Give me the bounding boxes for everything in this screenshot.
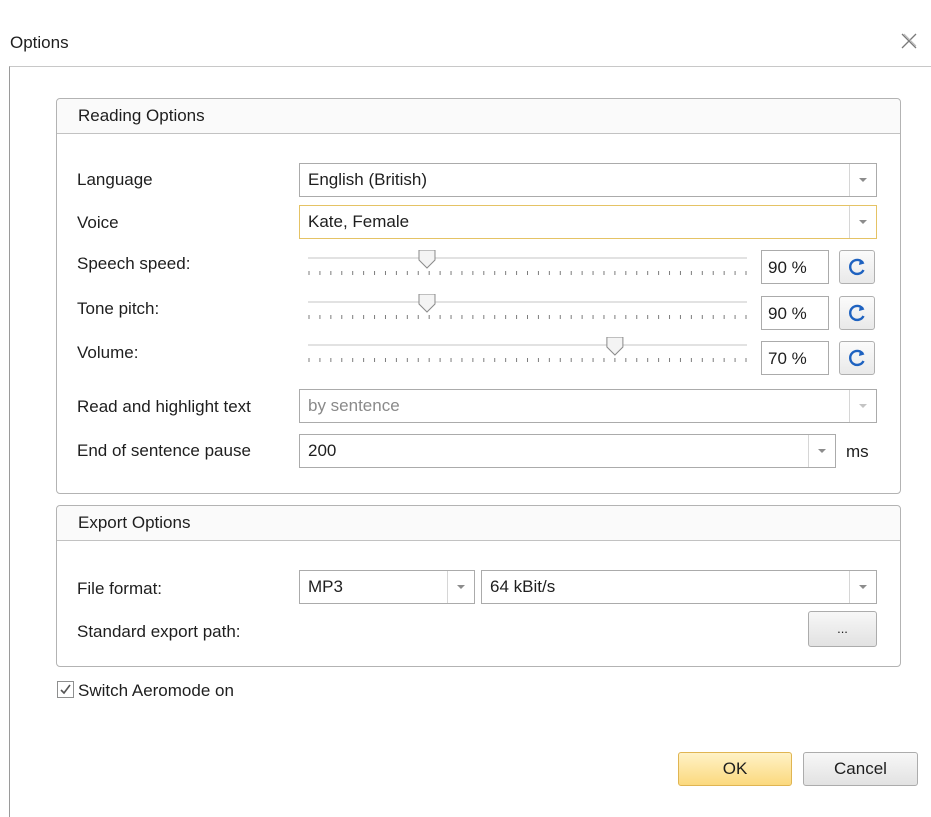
checkmark-icon [60,684,71,695]
cancel-button[interactable]: Cancel [803,752,918,786]
reset-icon [849,258,865,276]
volume-value-box[interactable]: 70 % [761,341,829,375]
tone-pitch-value-box[interactable]: 90 % [761,296,829,330]
window-title: Options [10,33,69,52]
language-value: English (British) [308,170,428,189]
voice-label: Voice [77,213,119,232]
file-format-select[interactable]: MP3 [299,570,475,604]
speech-speed-value: 90 % [768,258,807,277]
language-select[interactable]: English (British) [299,163,877,197]
export-options-heading: Export Options [78,513,191,532]
reading-options-header: Reading Options [57,99,900,134]
tone-pitch-value: 90 % [768,304,807,323]
bitrate-dropdown-button[interactable] [849,571,876,603]
slider-thumb[interactable] [418,250,436,269]
pause-select[interactable]: 200 [299,434,836,468]
pause-value: 200 [308,441,337,460]
volume-slider[interactable] [306,337,749,367]
language-dropdown-button[interactable] [849,164,876,196]
speech-speed-label: Speech speed: [77,254,191,273]
aeromode-checkbox[interactable] [57,681,74,698]
browse-path-button[interactable]: ... [808,611,877,647]
volume-reset-button[interactable] [839,341,875,375]
bitrate-value: 64 kBit/s [490,577,556,596]
voice-value: Kate, Female [308,212,410,231]
reset-icon [849,349,865,367]
slider-thumb[interactable] [418,294,436,313]
tone-pitch-reset-button[interactable] [839,296,875,330]
file-format-dropdown-button[interactable] [447,571,474,603]
chevron-down-icon [818,449,826,453]
tone-pitch-label: Tone pitch: [77,299,160,318]
highlight-select[interactable]: by sentence [299,389,877,423]
reading-options-heading: Reading Options [78,106,205,125]
reset-icon [849,304,865,322]
highlight-label: Read and highlight text [77,397,251,416]
speech-speed-slider[interactable] [306,250,749,280]
pause-unit: ms [846,442,869,461]
export-options-header: Export Options [57,506,900,541]
aeromode-label: Switch Aeromode on [78,681,234,700]
voice-dropdown-button[interactable] [849,206,876,238]
chevron-down-icon [859,585,867,589]
tone-pitch-slider[interactable] [306,294,749,324]
slider-thumb[interactable] [606,337,624,356]
volume-value: 70 % [768,349,807,368]
speech-speed-reset-button[interactable] [839,250,875,284]
highlight-value: by sentence [308,396,400,415]
file-format-label: File format: [77,579,163,598]
ok-button[interactable]: OK [678,752,792,786]
chevron-down-icon [457,585,465,589]
volume-label: Volume: [77,343,139,362]
chevron-down-icon [859,178,867,182]
title-bar: Options [0,0,931,62]
chevron-down-icon [859,220,867,224]
export-path-label: Standard export path: [77,622,241,641]
file-format-value: MP3 [308,577,343,596]
speech-speed-value-box[interactable]: 90 % [761,250,829,284]
chevron-down-icon [859,404,867,408]
close-icon[interactable] [899,32,919,50]
highlight-dropdown-button[interactable] [849,390,876,422]
voice-select[interactable]: Kate, Female [299,205,877,239]
language-label: Language [77,170,153,189]
bitrate-select[interactable]: 64 kBit/s [481,570,877,604]
pause-label: End of sentence pause [77,441,251,460]
pause-dropdown-button[interactable] [808,435,835,467]
